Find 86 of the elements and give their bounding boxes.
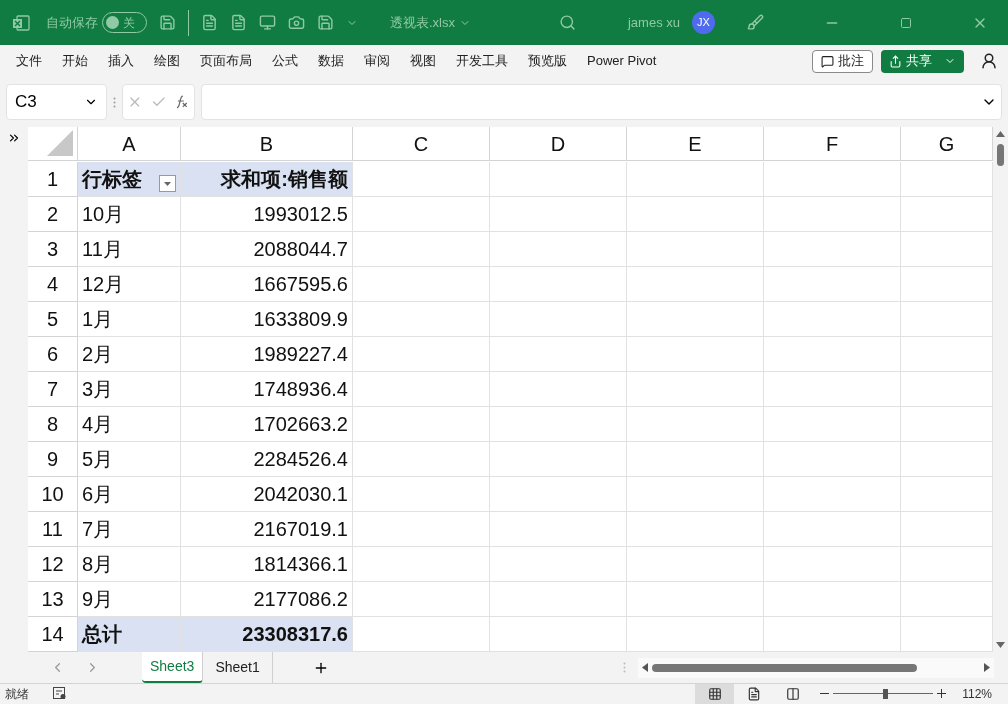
ribbon-tab[interactable]: 视图 — [400, 47, 446, 75]
view-icon — [707, 687, 722, 701]
table-cell-text: 2284526.4 — [253, 447, 348, 473]
save-icon[interactable] — [317, 14, 334, 32]
table-cell-text: 5月 — [82, 447, 114, 473]
table-cell-text: 1989227.4 — [253, 342, 348, 368]
table-cell-text: 3月 — [82, 377, 114, 403]
column-header[interactable]: E — [627, 127, 764, 162]
autosave-label: 自动保存 — [46, 13, 98, 32]
table-cell-text: 1993012.5 — [253, 202, 348, 228]
maximize-icon[interactable] — [900, 16, 912, 29]
ribbon-tab[interactable]: 预览版 — [518, 47, 577, 75]
save-icon[interactable] — [159, 14, 176, 32]
scroll-left-icon[interactable] — [642, 663, 648, 673]
formula-input-field[interactable] — [201, 84, 1002, 121]
column-label: 行标签 — [82, 167, 142, 193]
ribbon-tab[interactable]: 页面布局 — [190, 47, 262, 75]
table-cell-text: 1月 — [82, 307, 114, 333]
document-icon[interactable] — [201, 14, 218, 32]
comment-icon — [821, 54, 834, 68]
ribbon-tab[interactable]: 公式 — [262, 47, 308, 75]
comments-button[interactable]: 批注 — [812, 49, 873, 73]
spreadsheet-logo-icon — [12, 13, 30, 32]
table-cell-text: 2167019.1 — [253, 517, 348, 543]
share-icon — [889, 54, 902, 68]
view-icon — [746, 687, 761, 701]
ribbon-tab[interactable]: 审阅 — [354, 47, 400, 75]
user-name: james xu — [627, 13, 680, 32]
accessibility-icon[interactable] — [53, 687, 67, 701]
column-header[interactable]: F — [764, 127, 901, 162]
column-label: 求和项:销售额 — [221, 167, 348, 193]
column-header[interactable]: C — [353, 127, 490, 162]
table-cell-text: 1814366.1 — [253, 552, 348, 578]
horizontal-scrollbar-thumb[interactable] — [652, 663, 917, 672]
table-cell-text: 1633809.9 — [253, 307, 348, 333]
ribbon-tab[interactable]: Power Pivot — [577, 47, 667, 75]
table-cell-text: 1667595.6 — [253, 272, 348, 298]
table-cell-text: 总计 — [82, 622, 122, 648]
view-button[interactable] — [695, 684, 735, 704]
table-cell-text: 4月 — [82, 412, 114, 438]
ribbon-tab[interactable]: 开始 — [52, 47, 98, 75]
scroll-down-icon[interactable] — [996, 642, 1005, 649]
camera-icon[interactable] — [288, 14, 305, 32]
zoom-in-icon[interactable] — [937, 689, 947, 699]
ribbon-tab[interactable]: 开发工具 — [446, 47, 518, 75]
table-cell-text: 7月 — [82, 517, 114, 543]
name-box[interactable]: C3 — [6, 84, 107, 121]
vertical-scrollbar-thumb[interactable] — [997, 143, 1004, 166]
table-cell-text: 10月 — [82, 202, 125, 228]
status-text: 就绪 — [5, 686, 29, 703]
user-icon[interactable] — [980, 52, 998, 71]
table-cell-text: 2177086.2 — [253, 587, 348, 613]
user-avatar[interactable]: JX — [692, 11, 715, 35]
ribbon-tab[interactable]: 插入 — [98, 47, 144, 75]
share-button[interactable]: 共享 — [881, 49, 964, 73]
ribbon-tab[interactable]: 文件 — [6, 47, 52, 75]
table-cell-text: 11月 — [82, 237, 123, 263]
scroll-right-icon[interactable] — [984, 663, 990, 673]
table-cell-text: 1702663.2 — [253, 412, 348, 438]
table-cell-text: 1748936.4 — [253, 377, 348, 403]
function-icon[interactable] — [174, 94, 190, 111]
drag-handle-icon[interactable] — [113, 96, 116, 108]
brush-icon[interactable] — [747, 14, 764, 32]
column-header[interactable]: A — [78, 127, 181, 162]
table-cell-text: 6月 — [82, 482, 114, 508]
scroll-up-icon[interactable] — [996, 131, 1005, 138]
zoom-level[interactable]: 112% — [962, 685, 992, 703]
view-icon — [785, 687, 800, 701]
table-cell-text: 12月 — [82, 272, 125, 298]
sheet-tab[interactable]: Sheet1 — [203, 652, 273, 683]
table-cell-text: 2月 — [82, 342, 114, 368]
ribbon-tab[interactable]: 数据 — [308, 47, 354, 75]
table-cell-text: 2088044.7 — [253, 237, 348, 263]
select-all-icon[interactable] — [47, 130, 73, 157]
column-header[interactable]: B — [181, 127, 353, 162]
table-cell-text: 8月 — [82, 552, 114, 578]
column-header[interactable]: D — [490, 127, 627, 162]
sheet-tab[interactable]: Sheet3 — [142, 652, 204, 683]
search-icon[interactable] — [558, 14, 576, 32]
zoom-slider-thumb[interactable] — [883, 689, 889, 699]
filter-dropdown-icon[interactable] — [159, 175, 176, 193]
table-cell-text: 23308317.6 — [242, 622, 348, 648]
table-cell-text: 9月 — [82, 587, 114, 613]
ribbon-tab[interactable]: 绘图 — [144, 47, 190, 75]
monitor-icon[interactable] — [259, 14, 276, 32]
table-cell-text: 2042030.1 — [253, 482, 348, 508]
